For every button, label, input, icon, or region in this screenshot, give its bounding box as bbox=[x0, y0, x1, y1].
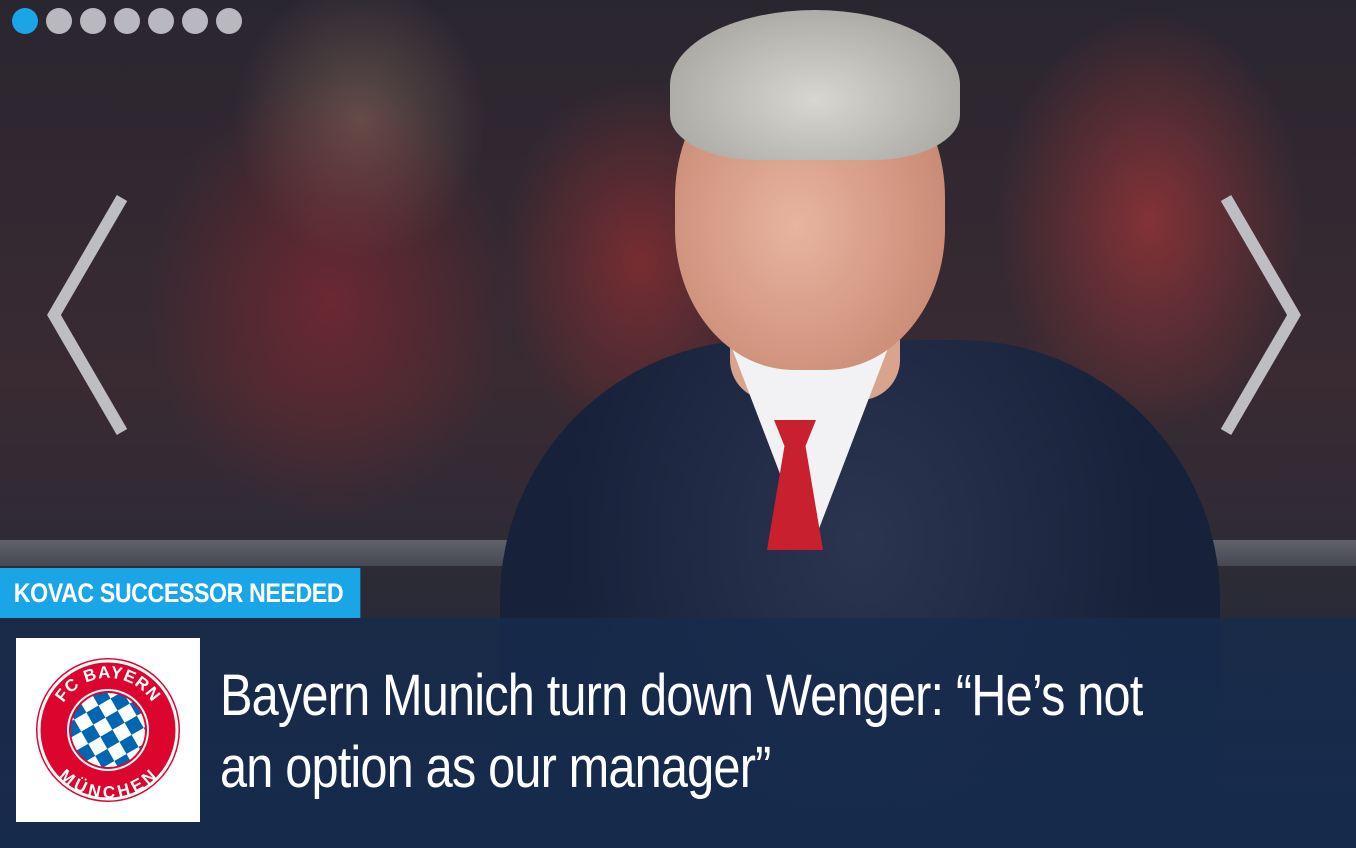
slider-dot-4[interactable] bbox=[114, 8, 140, 34]
slider-dot-6[interactable] bbox=[182, 8, 208, 34]
article-headline[interactable]: Bayern Munich turn down Wenger: “He’s no… bbox=[220, 660, 1161, 804]
slider-dot-1[interactable] bbox=[12, 8, 38, 34]
fc-bayern-munchen-logo: FC BAYERN MÜNCHEN bbox=[36, 658, 180, 802]
photo-hair bbox=[670, 10, 960, 160]
club-logo: FC BAYERN MÜNCHEN bbox=[16, 638, 200, 822]
next-slide-button[interactable] bbox=[1218, 190, 1308, 440]
news-slider: KOVAC SUCCESSOR NEEDED FC BAYERN MÜNCHEN… bbox=[0, 0, 1356, 848]
slider-pagination bbox=[12, 8, 242, 34]
slider-dot-7[interactable] bbox=[216, 8, 242, 34]
chevron-right-icon bbox=[1220, 194, 1301, 436]
category-tag[interactable]: KOVAC SUCCESSOR NEEDED bbox=[0, 568, 361, 618]
chevron-left-icon bbox=[47, 194, 128, 436]
slider-dot-3[interactable] bbox=[80, 8, 106, 34]
previous-slide-button[interactable] bbox=[40, 190, 130, 440]
slider-dot-5[interactable] bbox=[148, 8, 174, 34]
slider-dot-2[interactable] bbox=[46, 8, 72, 34]
